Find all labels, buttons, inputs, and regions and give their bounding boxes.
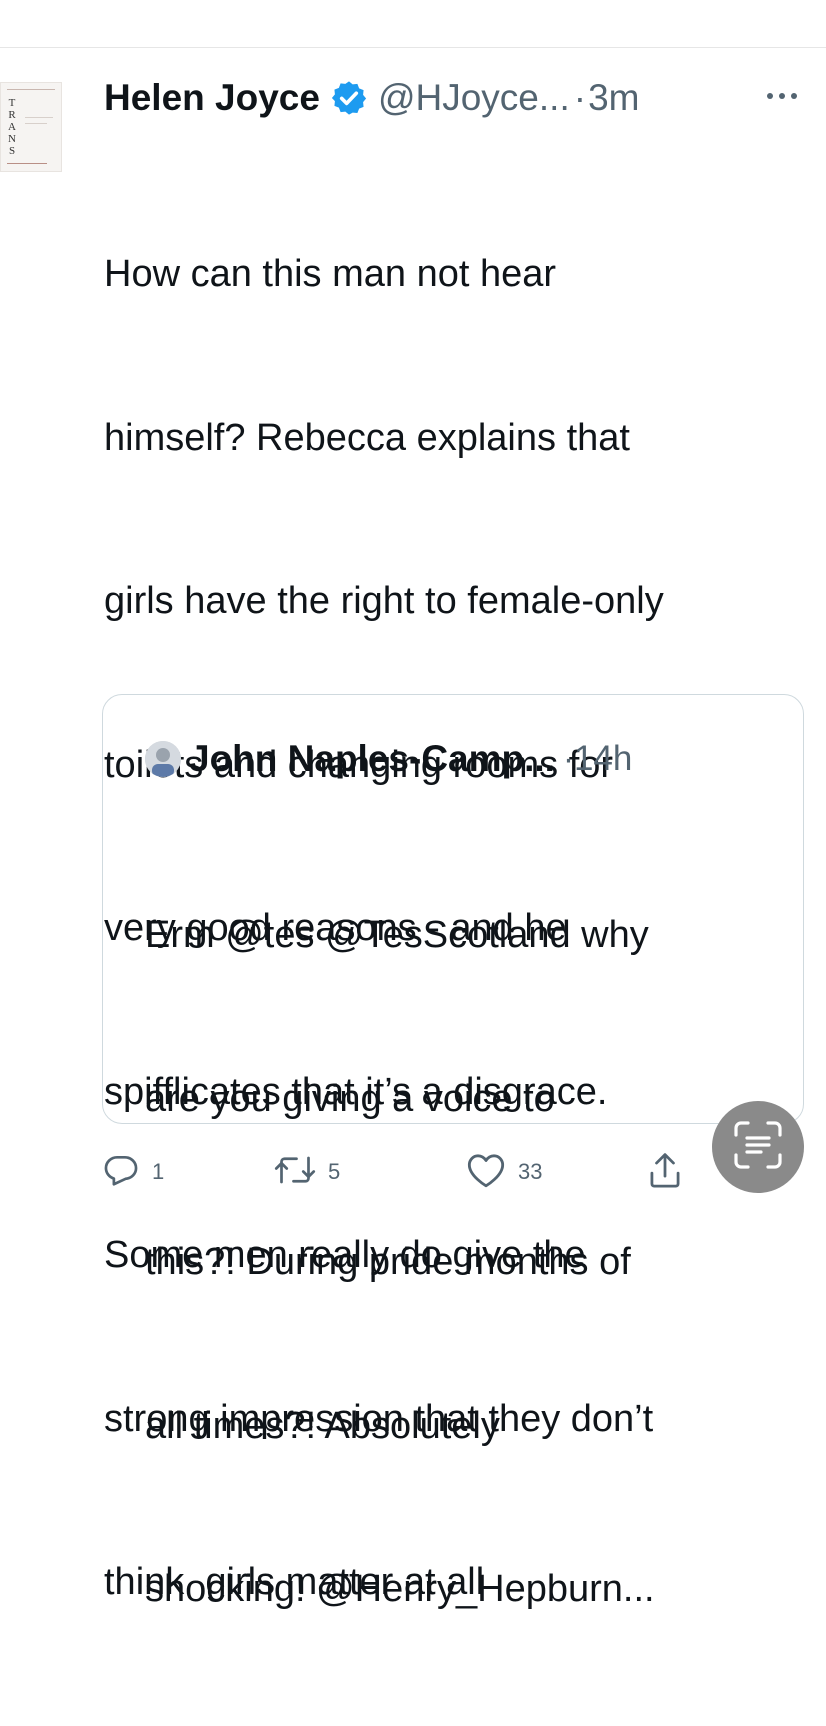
- avatar-decoration: [7, 89, 55, 90]
- author-handle[interactable]: @HJoyce...: [378, 77, 570, 119]
- quoted-tweet-card[interactable]: John Naples-Camp... · 14h Erm @tes @TesS…: [102, 694, 804, 1610]
- quoted-author-name[interactable]: John Naples-Camp...: [189, 738, 555, 780]
- quoted-tweet-header: John Naples-Camp... · 14h: [145, 737, 632, 781]
- tweet-text-line: girls have the right to female-only: [104, 580, 664, 622]
- avatar-decoration: [7, 163, 47, 164]
- avatar-decoration: [25, 123, 47, 124]
- reply-button[interactable]: 1: [102, 1150, 164, 1194]
- text-scan-button[interactable]: [712, 1101, 804, 1193]
- author-name[interactable]: Helen Joyce: [104, 77, 320, 119]
- text-scan-icon: [732, 1119, 784, 1176]
- header-separator: ·: [573, 77, 587, 118]
- quoted-text-line: this?! During pride months of: [145, 1241, 631, 1283]
- quoted-author-avatar[interactable]: [145, 741, 181, 777]
- quoted-header-separator: ·: [562, 740, 574, 777]
- retweet-count: 5: [328, 1159, 341, 1184]
- heart-icon: [466, 1151, 506, 1194]
- verified-badge-icon: [330, 79, 368, 117]
- quoted-text-line: shocking! @Henry_Hepburn...: [145, 1568, 655, 1610]
- retweet-icon: [274, 1151, 316, 1194]
- more-horizontal-icon[interactable]: [764, 86, 800, 106]
- quoted-text-line: Erm @tes @TesScotland why: [145, 914, 649, 956]
- tweet-header: Helen Joyce @HJoyce... · 3m: [104, 72, 639, 124]
- avatar-book-title: T R A N S: [8, 97, 16, 157]
- tweet-timestamp[interactable]: 3m: [588, 77, 639, 119]
- avatar-decoration: [25, 117, 53, 118]
- reply-count: 1: [152, 1159, 165, 1184]
- top-divider: [0, 47, 826, 48]
- quoted-text-line: all times?! Absolutely: [145, 1404, 500, 1447]
- tweet-actions-bar: 1 5 33: [102, 1150, 702, 1194]
- quoted-tweet-timestamp[interactable]: 14h: [574, 739, 632, 779]
- like-button[interactable]: 33: [466, 1150, 542, 1194]
- share-icon: [648, 1150, 682, 1195]
- quoted-text-line: are you giving a voice to: [145, 1077, 555, 1120]
- author-avatar[interactable]: T R A N S: [0, 82, 62, 172]
- tweet-text-line: himself? Rebecca explains that: [104, 416, 630, 459]
- retweet-button[interactable]: 5: [274, 1150, 340, 1194]
- quoted-tweet-text: Erm @tes @TesScotland why are you giving…: [145, 799, 785, 1726]
- share-button[interactable]: [648, 1150, 682, 1194]
- reply-icon: [102, 1151, 140, 1194]
- like-count: 33: [518, 1159, 543, 1184]
- tweet-text-line: How can this man not hear: [104, 253, 557, 295]
